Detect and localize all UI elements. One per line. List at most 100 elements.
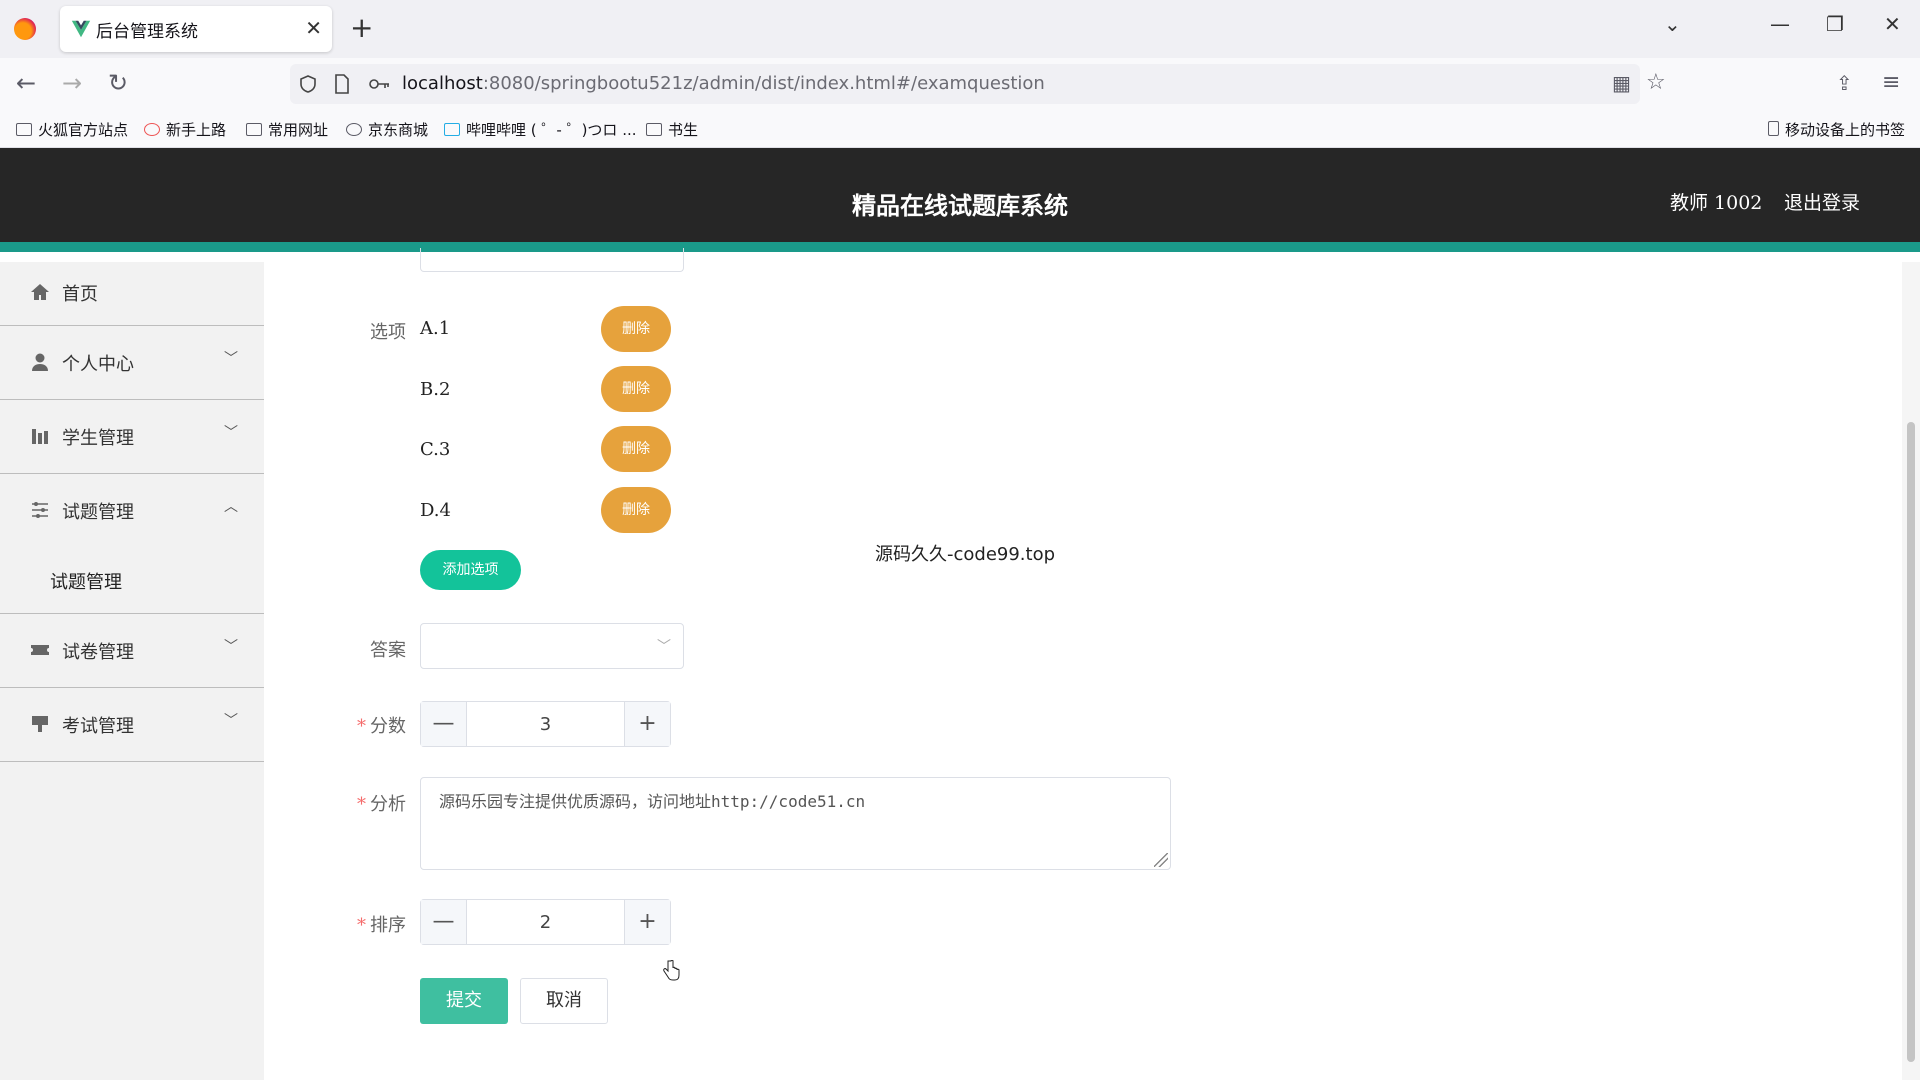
submit-button[interactable]: 提交	[420, 978, 508, 1024]
chevron-down-icon: ﹀	[224, 713, 238, 729]
overlay-text: 源码久久-code99.top	[875, 544, 1056, 565]
sidebar: 首页 个人中心 ﹀ 学生管理 ﹀ 试题管理 ︿ 试题管理 试卷管理 ﹀ 考试管理…	[0, 262, 264, 1080]
required-asterisk: *	[357, 794, 366, 815]
url-host: localhost	[402, 73, 483, 94]
answer-select[interactable]: ﹀	[420, 623, 684, 669]
delete-option-button[interactable]: 删除	[601, 487, 671, 533]
vue-favicon-icon	[71, 20, 91, 38]
sidebar-item-student-management[interactable]: 学生管理 ﹀	[0, 400, 264, 474]
sort-label-text: 排序	[370, 915, 406, 936]
bookmark-label: 火狐官方站点	[38, 121, 129, 139]
restore-icon[interactable]: ❐	[1826, 12, 1844, 36]
chevron-down-icon: ﹀	[224, 639, 238, 655]
ticket-icon	[31, 645, 49, 655]
analysis-label: * 分析	[344, 790, 406, 816]
home-icon	[31, 284, 49, 300]
phone-icon	[1768, 121, 1779, 136]
score-label-text: 分数	[370, 716, 406, 737]
sidebar-item-label: 首页	[62, 284, 98, 305]
sidebar-item-personal-center[interactable]: 个人中心 ﹀	[0, 326, 264, 400]
chevron-down-icon: ﹀	[224, 425, 238, 441]
delete-option-button[interactable]: 删除	[601, 426, 671, 472]
chevron-down-icon: ﹀	[224, 351, 238, 367]
bookmark-item[interactable]: 京东商城	[346, 119, 428, 140]
firefox-logo-icon	[14, 18, 36, 40]
firefox-icon	[144, 123, 160, 136]
bookmark-star-icon[interactable]: ☆	[1646, 70, 1666, 96]
forward-icon[interactable]: →	[62, 70, 82, 96]
required-asterisk: *	[357, 716, 366, 737]
chevron-down-icon: ﹀	[657, 639, 671, 655]
score-value[interactable]: 3	[467, 714, 624, 735]
tab-list-icon[interactable]: ⌄	[1664, 12, 1681, 36]
menu-icon[interactable]: ≡	[1882, 70, 1900, 96]
decrement-button[interactable]: —	[421, 900, 467, 944]
close-tab-icon[interactable]: ✕	[305, 15, 322, 41]
score-label: * 分数	[344, 712, 406, 738]
add-option-button[interactable]: 添加选项	[420, 550, 521, 590]
hand-cursor-icon	[663, 960, 680, 981]
score-stepper[interactable]: — 3 +	[420, 701, 671, 747]
sidebar-item-exam-management[interactable]: 考试管理 ﹀	[0, 688, 264, 762]
sidebar-item-question-management[interactable]: 试题管理 ︿	[0, 474, 264, 548]
sort-stepper[interactable]: — 2 +	[420, 899, 671, 945]
new-tab-icon[interactable]: +	[350, 12, 373, 44]
sidebar-item-paper-management[interactable]: 试卷管理 ﹀	[0, 614, 264, 688]
page-scrollbar[interactable]	[1902, 262, 1920, 1080]
mobile-bookmarks[interactable]: 移动设备上的书签	[1768, 119, 1905, 140]
bookmark-label: 书生	[668, 121, 699, 139]
decrement-button[interactable]: —	[421, 702, 467, 746]
bookmark-item[interactable]: 新手上路	[144, 119, 226, 140]
key-icon[interactable]	[368, 76, 390, 92]
bookmark-item[interactable]: 哔哩哔哩 ( ゜- ゜)つロ ...	[444, 119, 637, 140]
shield-icon[interactable]	[298, 74, 318, 94]
logout-link[interactable]: 退出登录	[1784, 188, 1860, 215]
chart-bars-icon	[32, 429, 48, 444]
sidebar-item-label: 试卷管理	[62, 642, 134, 663]
folder-icon	[16, 123, 32, 136]
globe-icon	[346, 123, 362, 136]
bookmark-label: 常用网址	[268, 121, 329, 139]
resize-handle-icon[interactable]	[1154, 853, 1168, 867]
analysis-textarea[interactable]: 源码乐园专注提供优质源码，访问地址http://code51.cn	[420, 777, 1171, 870]
answer-label: 答案	[370, 640, 406, 661]
url-text[interactable]: localhost:8080/springbootu521z/admin/dis…	[402, 73, 1045, 94]
sliders-icon	[32, 502, 48, 518]
bookmark-item[interactable]: 常用网址	[246, 119, 328, 140]
cancel-button[interactable]: 取消	[520, 978, 608, 1024]
analysis-text: 源码乐园专注提供优质源码，访问地址http://code51.cn	[439, 792, 866, 811]
app-title: 精品在线试题库系统	[852, 191, 1068, 220]
user-icon	[32, 353, 48, 371]
window-close-icon[interactable]: ✕	[1884, 12, 1901, 36]
scrollbar-thumb[interactable]	[1907, 422, 1915, 1062]
main-content	[292, 262, 1872, 1080]
page-icon[interactable]	[334, 74, 350, 94]
sidebar-item-home[interactable]: 首页	[0, 262, 264, 326]
delete-option-button[interactable]: 删除	[601, 366, 671, 412]
sidebar-item-label: 考试管理	[62, 716, 134, 737]
minimize-icon[interactable]: —	[1770, 12, 1790, 36]
browser-tab[interactable]: 后台管理系统 ✕	[60, 6, 332, 52]
folder-icon	[246, 123, 262, 136]
bookmark-label: 新手上路	[166, 121, 227, 139]
options-label: 选项	[370, 322, 406, 343]
option-text: A.1	[420, 318, 451, 339]
sidebar-item-label: 个人中心	[62, 354, 134, 375]
tab-title: 后台管理系统	[96, 22, 198, 42]
extensions-icon[interactable]: ⇪	[1836, 70, 1853, 96]
sort-value[interactable]: 2	[467, 912, 624, 933]
delete-option-button[interactable]: 删除	[601, 306, 671, 352]
bookmark-item[interactable]: 火狐官方站点	[16, 119, 128, 140]
sidebar-item-label: 学生管理	[62, 428, 134, 449]
increment-button[interactable]: +	[624, 702, 670, 746]
sidebar-subitem-question-management[interactable]: 试题管理	[0, 548, 264, 614]
increment-button[interactable]: +	[624, 900, 670, 944]
bookmark-item[interactable]: 书生	[646, 119, 698, 140]
app-header: 精品在线试题库系统 教师 1002 退出登录	[0, 148, 1920, 252]
back-icon[interactable]: ←	[16, 70, 36, 96]
url-path: :8080/springbootu521z/admin/dist/index.h…	[482, 73, 1045, 94]
bookmark-label: 京东商城	[368, 121, 429, 139]
podium-icon	[32, 716, 48, 732]
reload-icon[interactable]: ↻	[108, 70, 128, 96]
qr-code-icon[interactable]: ▦	[1612, 70, 1631, 96]
